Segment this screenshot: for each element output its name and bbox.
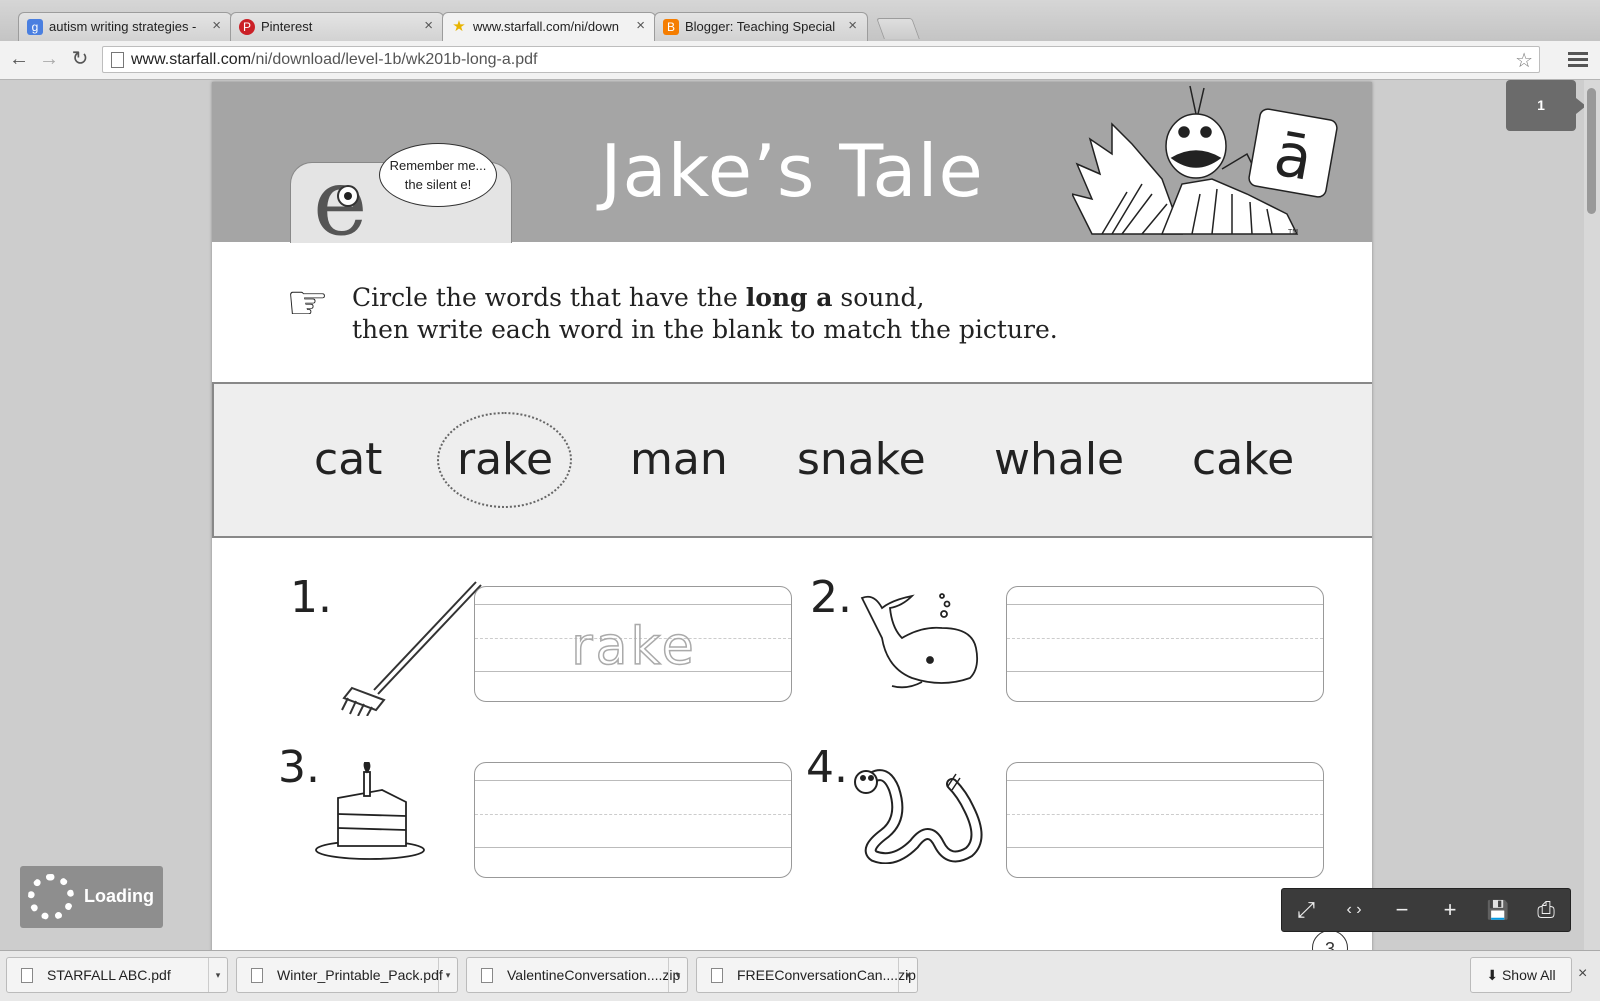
- show-all-downloads-button[interactable]: ⬇ Show All: [1470, 957, 1572, 993]
- browser-toolbar: ← → ↻ www.starfall.com/ni/download/level…: [0, 41, 1600, 80]
- close-icon[interactable]: ×: [212, 17, 221, 34]
- url-path: /ni/download/level-1b/wk201b-long-a.pdf: [251, 51, 538, 68]
- word-rake: rake: [457, 434, 554, 485]
- cake-icon: [315, 762, 425, 860]
- address-bar[interactable]: www.starfall.com/ni/download/level-1b/wk…: [102, 46, 1540, 73]
- dropdown-arrow-icon[interactable]: ▾: [898, 958, 917, 992]
- snake-icon: [854, 769, 983, 864]
- starfall-icon: ★: [452, 18, 466, 35]
- pdf-toolbar: ⤢ ‹ › − + 💾 ⎙: [1281, 888, 1571, 932]
- tab-title: Blogger: Teaching Special: [685, 19, 835, 34]
- instruction-text: sound,: [832, 283, 925, 312]
- dropdown-arrow-icon[interactable]: ▾: [208, 958, 227, 992]
- download-name: Winter_Printable_Pack.pdf: [277, 967, 443, 983]
- word-bank: cat rake man snake whale cake: [212, 382, 1372, 538]
- download-name: STARFALL ABC.pdf: [47, 967, 171, 983]
- instruction-bold: long a: [745, 283, 833, 312]
- word-snake: snake: [797, 434, 926, 485]
- blogger-icon: B: [663, 19, 679, 35]
- tab-title: www.starfall.com/ni/down: [473, 19, 619, 34]
- spinner-icon: [28, 874, 74, 920]
- page-indicator: 1: [1506, 80, 1586, 131]
- tab-blogger[interactable]: B Blogger: Teaching Special ×: [654, 12, 868, 41]
- instructions: Circle the words that have the long a so…: [352, 282, 1058, 346]
- save-icon[interactable]: 💾: [1478, 893, 1518, 927]
- scrollbar-thumb[interactable]: [1587, 88, 1596, 214]
- url-host: www.starfall.com: [131, 51, 252, 68]
- trademark-mark: TM: [1288, 229, 1299, 236]
- bubble-line-2: the silent e!: [404, 177, 472, 192]
- pdf-file-icon: [21, 968, 33, 983]
- word-whale: whale: [994, 434, 1125, 485]
- pinterest-icon: P: [239, 19, 255, 35]
- rake-icon: [341, 581, 482, 716]
- item-number: 4.: [806, 742, 848, 793]
- dropdown-arrow-icon[interactable]: ▾: [668, 958, 687, 992]
- word-cake: cake: [1192, 434, 1295, 485]
- word-man: man: [630, 434, 728, 485]
- pdf-page: Jake’s Tale e Remember me... the silent …: [212, 82, 1372, 950]
- dropdown-arrow-icon[interactable]: ▾: [438, 958, 457, 992]
- instruction-text: Circle the words that have the: [352, 283, 746, 312]
- download-name: ValentineConversation....zip: [507, 967, 681, 983]
- loading-indicator: Loading: [20, 866, 163, 928]
- zoom-in-icon[interactable]: +: [1430, 893, 1470, 927]
- zip-file-icon: [481, 968, 493, 983]
- back-arrow-icon[interactable]: ←: [7, 47, 31, 71]
- word-cat: cat: [314, 434, 383, 485]
- new-tab-button[interactable]: [876, 18, 920, 39]
- answer-box[interactable]: [1006, 762, 1324, 878]
- show-all-label: Show All: [1501, 967, 1556, 983]
- trace-word: rake: [571, 616, 697, 678]
- answer-box[interactable]: [1006, 586, 1324, 702]
- google-icon: g: [27, 19, 43, 35]
- bubble-line-1: Remember me...: [389, 158, 487, 173]
- close-icon[interactable]: ×: [1578, 965, 1587, 983]
- download-name: FREEConversationCan....zip: [737, 967, 916, 983]
- speech-bubble: Remember me... the silent e!: [379, 143, 497, 207]
- instruction-line-2: then write each word in the blank to mat…: [352, 315, 1058, 344]
- tab-strip: g autism writing strategies - × P Pinter…: [0, 0, 1600, 42]
- menu-icon[interactable]: [1568, 49, 1588, 70]
- bird-mascot-icon: ā: [1072, 85, 1338, 235]
- zoom-out-icon[interactable]: −: [1382, 893, 1422, 927]
- download-item[interactable]: ValentineConversation....zip ▾: [466, 957, 688, 993]
- print-icon[interactable]: ⎙: [1526, 893, 1566, 927]
- answer-box[interactable]: rake: [474, 586, 792, 702]
- item-number: 2.: [810, 572, 852, 623]
- reload-icon[interactable]: ↻: [68, 47, 92, 71]
- tab-title: autism writing strategies -: [49, 19, 197, 34]
- download-item[interactable]: STARFALL ABC.pdf ▾: [6, 957, 228, 993]
- bookmark-star-icon[interactable]: ☆: [1515, 48, 1533, 73]
- download-item[interactable]: FREEConversationCan....zip ▾: [696, 957, 918, 993]
- silent-e-character: e Remember me... the silent e!: [290, 143, 512, 249]
- fit-width-icon[interactable]: ‹ ›: [1334, 893, 1374, 927]
- worksheet-banner: Jake’s Tale e Remember me... the silent …: [212, 82, 1372, 249]
- page-number: 3: [1312, 930, 1348, 950]
- tab-google-search[interactable]: g autism writing strategies - ×: [18, 12, 232, 41]
- pdf-viewer: Jake’s Tale e Remember me... the silent …: [0, 80, 1600, 950]
- pointing-hand-icon: ☞: [286, 277, 330, 330]
- tab-title: Pinterest: [261, 19, 313, 34]
- loading-label: Loading: [84, 886, 154, 906]
- close-icon[interactable]: ×: [424, 17, 433, 34]
- whale-icon: [860, 593, 979, 689]
- answer-box[interactable]: [474, 762, 792, 878]
- download-item[interactable]: Winter_Printable_Pack.pdf ▾: [236, 957, 458, 993]
- downloads-shelf: STARFALL ABC.pdf ▾ Winter_Printable_Pack…: [0, 950, 1600, 1001]
- page-icon: [111, 52, 124, 68]
- tab-starfall[interactable]: ★ www.starfall.com/ni/down ×: [442, 12, 656, 42]
- tab-pinterest[interactable]: P Pinterest ×: [230, 12, 444, 41]
- forward-arrow-icon[interactable]: →: [37, 47, 61, 71]
- item-number: 1.: [290, 572, 332, 623]
- vertical-scrollbar[interactable]: [1584, 80, 1600, 950]
- close-icon[interactable]: ×: [848, 17, 857, 34]
- fit-to-page-icon[interactable]: ⤢: [1286, 893, 1326, 927]
- pdf-file-icon: [251, 968, 263, 983]
- url-text[interactable]: www.starfall.com/ni/download/level-1b/wk…: [131, 51, 537, 69]
- eye-icon: [337, 185, 359, 207]
- close-icon[interactable]: ×: [636, 17, 645, 34]
- zip-file-icon: [711, 968, 723, 983]
